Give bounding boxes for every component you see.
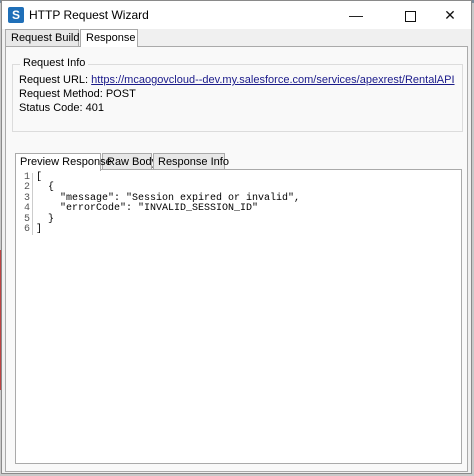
request-url-link[interactable]: https://mcaogovcloud--dev.my.salesforce.… <box>91 74 454 86</box>
request-info-group: Request Info Request URL: https://mcaogo… <box>12 57 463 132</box>
title-bar[interactable]: S HTTP Request Wizard — ✕ <box>2 1 471 29</box>
line-text: ] <box>36 223 43 235</box>
status-code-value: 401 <box>85 102 105 114</box>
minimize-button[interactable]: — <box>333 1 379 29</box>
tab-response[interactable]: Response <box>80 29 138 47</box>
code-view: 1[ 2 { 3 "message": "Session expired or … <box>18 172 458 236</box>
request-method-label: Request Method: <box>19 88 103 100</box>
maximize-icon <box>404 10 416 22</box>
status-code-row: Status Code: 401 <box>19 102 104 114</box>
window-title: HTTP Request Wizard <box>29 8 149 22</box>
gutter-divider <box>32 204 33 215</box>
tab-response-info[interactable]: Response Info <box>153 153 229 170</box>
app-icon: S <box>8 7 24 23</box>
minimize-icon: — <box>349 7 363 23</box>
code-line: 6] <box>18 223 458 236</box>
line-number: 6 <box>23 223 30 235</box>
request-method-value: POST <box>105 88 136 100</box>
status-code-label: Status Code: <box>19 102 83 114</box>
code-line: 1[ <box>18 172 458 184</box>
request-info-legend: Request Info <box>20 57 89 69</box>
gutter-divider <box>32 193 33 205</box>
close-button[interactable]: ✕ <box>427 1 473 29</box>
gutter-divider <box>32 183 33 194</box>
request-method-row: Request Method: POST <box>19 88 136 100</box>
line-text: "errorCode": "INVALID_SESSION_ID" <box>36 203 259 215</box>
tab-preview-response[interactable]: Preview Response <box>15 153 112 171</box>
gutter-divider <box>32 214 33 225</box>
line-text: { <box>36 182 55 194</box>
code-line: 4 "errorCode": "INVALID_SESSION_ID" <box>18 203 458 215</box>
tab-request-builder[interactable]: Request Builder <box>5 29 89 46</box>
line-text: } <box>36 213 55 225</box>
response-preview-editor[interactable]: 1[ 2 { 3 "message": "Session expired or … <box>15 169 462 464</box>
http-request-wizard-window: S HTTP Request Wizard — ✕ Request Builde… <box>1 0 472 474</box>
gutter-divider <box>32 173 33 184</box>
request-url-row: Request URL: https://mcaogovcloud--dev.m… <box>19 74 455 86</box>
gutter-divider <box>32 224 33 236</box>
response-page: Request Info Request URL: https://mcaogo… <box>5 46 468 472</box>
request-url-label: Request URL: <box>19 74 89 86</box>
close-icon: ✕ <box>444 7 456 23</box>
code-line: 5 } <box>18 213 458 225</box>
